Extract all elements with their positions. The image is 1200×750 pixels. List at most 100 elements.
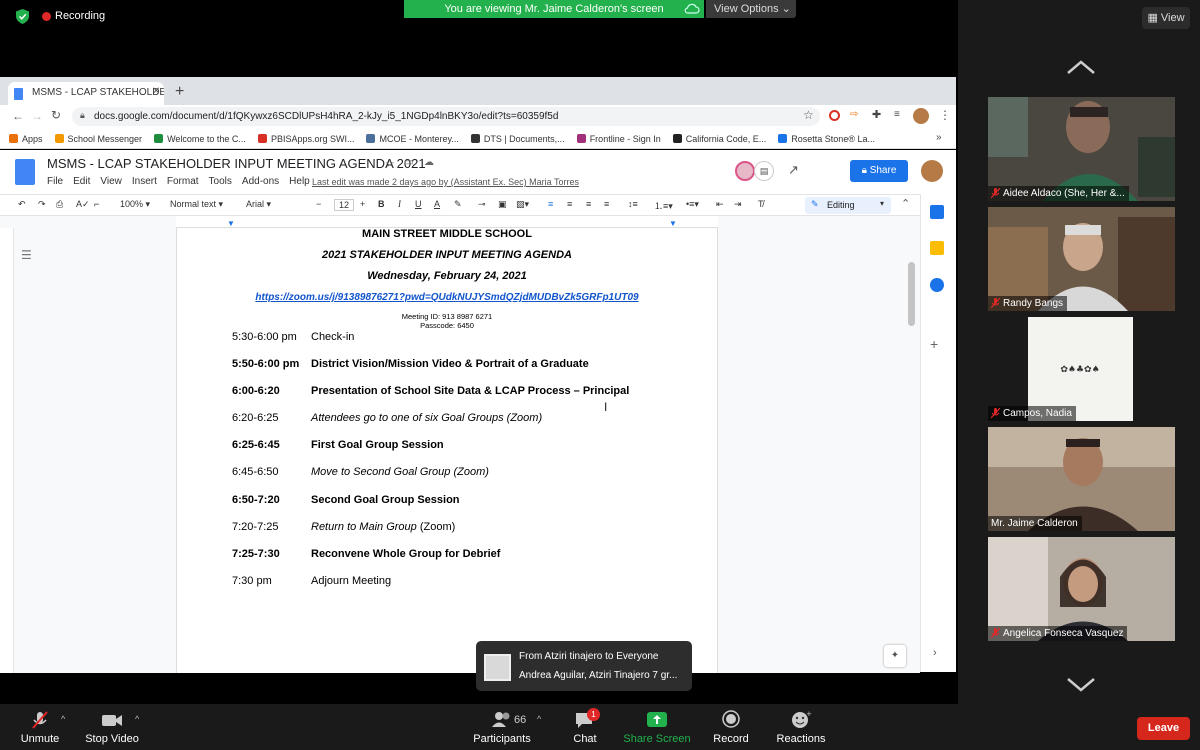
spellcheck-icon[interactable]: A✓ — [76, 199, 90, 210]
bulleted-list-icon[interactable]: •≡▾ — [686, 199, 699, 210]
undo-icon[interactable]: ↶ — [18, 199, 26, 210]
bookmark-star-icon[interactable]: ☆ — [803, 108, 814, 122]
url-input[interactable]: docs.google.com/document/d/1fQKywxz6SCDl… — [72, 107, 820, 126]
hide-menus-chevron-icon[interactable]: ⌃ — [901, 197, 910, 210]
bookmark-item[interactable]: California Code, E... — [672, 134, 766, 144]
align-left-icon[interactable]: ≡ — [548, 199, 553, 209]
zoom-select[interactable]: 100% ▾ — [120, 199, 150, 210]
stop-video-button[interactable]: Stop Video — [72, 710, 152, 745]
highlight-icon[interactable]: ✎ — [454, 199, 462, 210]
redo-icon[interactable]: ↷ — [38, 199, 46, 210]
back-arrow-icon[interactable]: ← — [12, 109, 24, 123]
print-icon[interactable]: ⎙ — [56, 199, 63, 210]
explore-button[interactable]: ✦ — [884, 645, 906, 667]
font-select[interactable]: Arial ▾ — [246, 199, 271, 210]
keep-icon[interactable] — [930, 241, 944, 255]
move-folder-icon[interactable]: ▭ — [404, 157, 413, 168]
browser-tab[interactable]: MSMS - LCAP STAKEHOLDER — [8, 82, 164, 105]
menu-view[interactable]: View — [100, 176, 122, 187]
bookmarks-overflow-icon[interactable]: » — [936, 132, 942, 143]
account-avatar[interactable] — [921, 160, 943, 182]
bold-icon[interactable]: B — [378, 199, 385, 209]
bookmark-item[interactable]: MCOE - Monterey... — [366, 134, 459, 144]
decrease-indent-icon[interactable]: ⇤ — [716, 199, 724, 210]
security-shield-icon[interactable] — [16, 9, 29, 24]
extension-block-icon[interactable] — [829, 110, 840, 121]
expand-side-panel-icon[interactable]: › — [933, 647, 937, 659]
extensions-puzzle-icon[interactable]: ✚ — [872, 108, 881, 121]
reactions-button[interactable]: + Reactions — [761, 710, 841, 745]
increase-font-icon[interactable]: + — [360, 199, 365, 209]
bookmark-item[interactable]: Rosetta Stone® La... — [778, 134, 875, 144]
menu-tools[interactable]: Tools — [209, 176, 232, 187]
lock-icon[interactable]: 🔒︎ — [80, 110, 85, 121]
document-title[interactable]: MSMS - LCAP STAKEHOLDER INPUT MEETING AG… — [47, 156, 426, 171]
new-tab-plus-icon[interactable]: + — [175, 83, 184, 101]
bookmark-item[interactable]: Frontline - Sign In — [576, 134, 661, 144]
activity-trend-icon[interactable]: ↗ — [788, 162, 799, 178]
view-button[interactable]: ▦ View — [1142, 7, 1190, 29]
clear-formatting-icon[interactable]: T̸ — [758, 199, 764, 209]
bookmark-item[interactable]: Apps — [9, 134, 43, 144]
collaborator-avatar[interactable] — [735, 161, 755, 181]
style-select[interactable]: Normal text ▾ — [170, 199, 223, 210]
add-addon-plus-icon[interactable]: + — [930, 336, 938, 352]
last-edit-link[interactable]: Last edit was made 2 days ago by (Assist… — [312, 177, 579, 187]
menu-file[interactable]: File — [47, 176, 63, 187]
participants-options-caret-icon[interactable]: ^ — [537, 714, 541, 724]
link-icon[interactable]: ⊸ — [478, 199, 486, 210]
underline-icon[interactable]: U — [415, 199, 422, 209]
participant-tile[interactable]: Randy Bangs — [988, 207, 1175, 311]
extension-cast-icon[interactable]: ⇨ — [850, 109, 858, 120]
video-options-caret-icon[interactable]: ^ — [135, 714, 139, 724]
participant-tile[interactable]: Mr. Jaime Calderon — [988, 427, 1175, 531]
scrollbar-thumb[interactable] — [908, 262, 915, 326]
left-indent-marker-icon[interactable]: ▼ — [227, 219, 235, 228]
scroll-down-chevron-icon[interactable] — [1066, 676, 1096, 694]
comment-history-icon[interactable]: ▤ — [754, 161, 774, 181]
tasks-icon[interactable] — [930, 278, 944, 292]
zoom-meeting-link[interactable]: https://zoom.us/j/91389876271?pwd=QUdkNU… — [176, 292, 718, 303]
image-icon[interactable]: ▨▾ — [516, 199, 529, 210]
increase-indent-icon[interactable]: ⇥ — [734, 199, 742, 210]
font-size-input[interactable]: 12 — [334, 199, 355, 211]
menu-edit[interactable]: Edit — [73, 176, 90, 187]
participants-button[interactable]: Participants — [462, 710, 542, 745]
menu-format[interactable]: Format — [167, 176, 199, 187]
bookmark-item[interactable]: DTS | Documents,... — [470, 134, 565, 144]
docs-logo-icon[interactable] — [15, 159, 35, 185]
document-outline-icon[interactable]: ☰ — [21, 248, 32, 262]
forward-arrow-icon[interactable]: → — [31, 109, 43, 123]
participant-tile[interactable]: Angelica Fonseca Vasquez — [988, 537, 1175, 641]
share-button[interactable]: 🔒︎ Share — [850, 160, 908, 182]
bookmark-item[interactable]: School Messenger — [54, 134, 142, 144]
chrome-menu-icon[interactable]: ⋮ — [939, 108, 951, 122]
horizontal-ruler[interactable] — [176, 216, 718, 228]
italic-icon[interactable]: I — [398, 199, 401, 209]
right-indent-marker-icon[interactable]: ▼ — [669, 219, 677, 228]
calendar-icon[interactable] — [930, 205, 944, 219]
chrome-profile-avatar[interactable] — [913, 108, 929, 124]
align-center-icon[interactable]: ≡ — [567, 199, 572, 209]
participant-tile[interactable]: ✿♠♣✿♠ Campos, Nadia — [988, 317, 1175, 421]
bookmark-item[interactable]: Welcome to the C... — [154, 134, 246, 144]
decrease-font-icon[interactable]: − — [316, 199, 321, 209]
close-tab-icon[interactable]: ✕ — [152, 86, 160, 97]
chat-button[interactable]: Chat — [545, 710, 625, 745]
reload-icon[interactable]: ↻ — [51, 108, 61, 122]
line-spacing-icon[interactable]: ↕≡ — [628, 199, 638, 209]
menu-help[interactable]: Help — [289, 176, 310, 187]
record-button[interactable]: Record — [691, 710, 771, 745]
unmute-button[interactable]: Unmute — [0, 710, 80, 745]
vertical-ruler[interactable] — [0, 228, 14, 673]
text-color-icon[interactable]: A — [434, 199, 440, 209]
participant-tile[interactable]: Aidee Aldaco (She, Her &... — [988, 97, 1175, 201]
audio-options-caret-icon[interactable]: ^ — [61, 714, 65, 724]
align-right-icon[interactable]: ≡ — [586, 199, 591, 209]
media-control-icon[interactable]: ≡ — [894, 109, 900, 120]
view-options-dropdown[interactable]: View Options ⌄ — [706, 0, 796, 18]
menu-insert[interactable]: Insert — [132, 176, 157, 187]
numbered-list-icon[interactable]: ⒈≡▾ — [654, 199, 673, 212]
share-screen-button[interactable]: Share Screen — [617, 710, 697, 745]
scroll-up-chevron-icon[interactable] — [1066, 58, 1096, 76]
